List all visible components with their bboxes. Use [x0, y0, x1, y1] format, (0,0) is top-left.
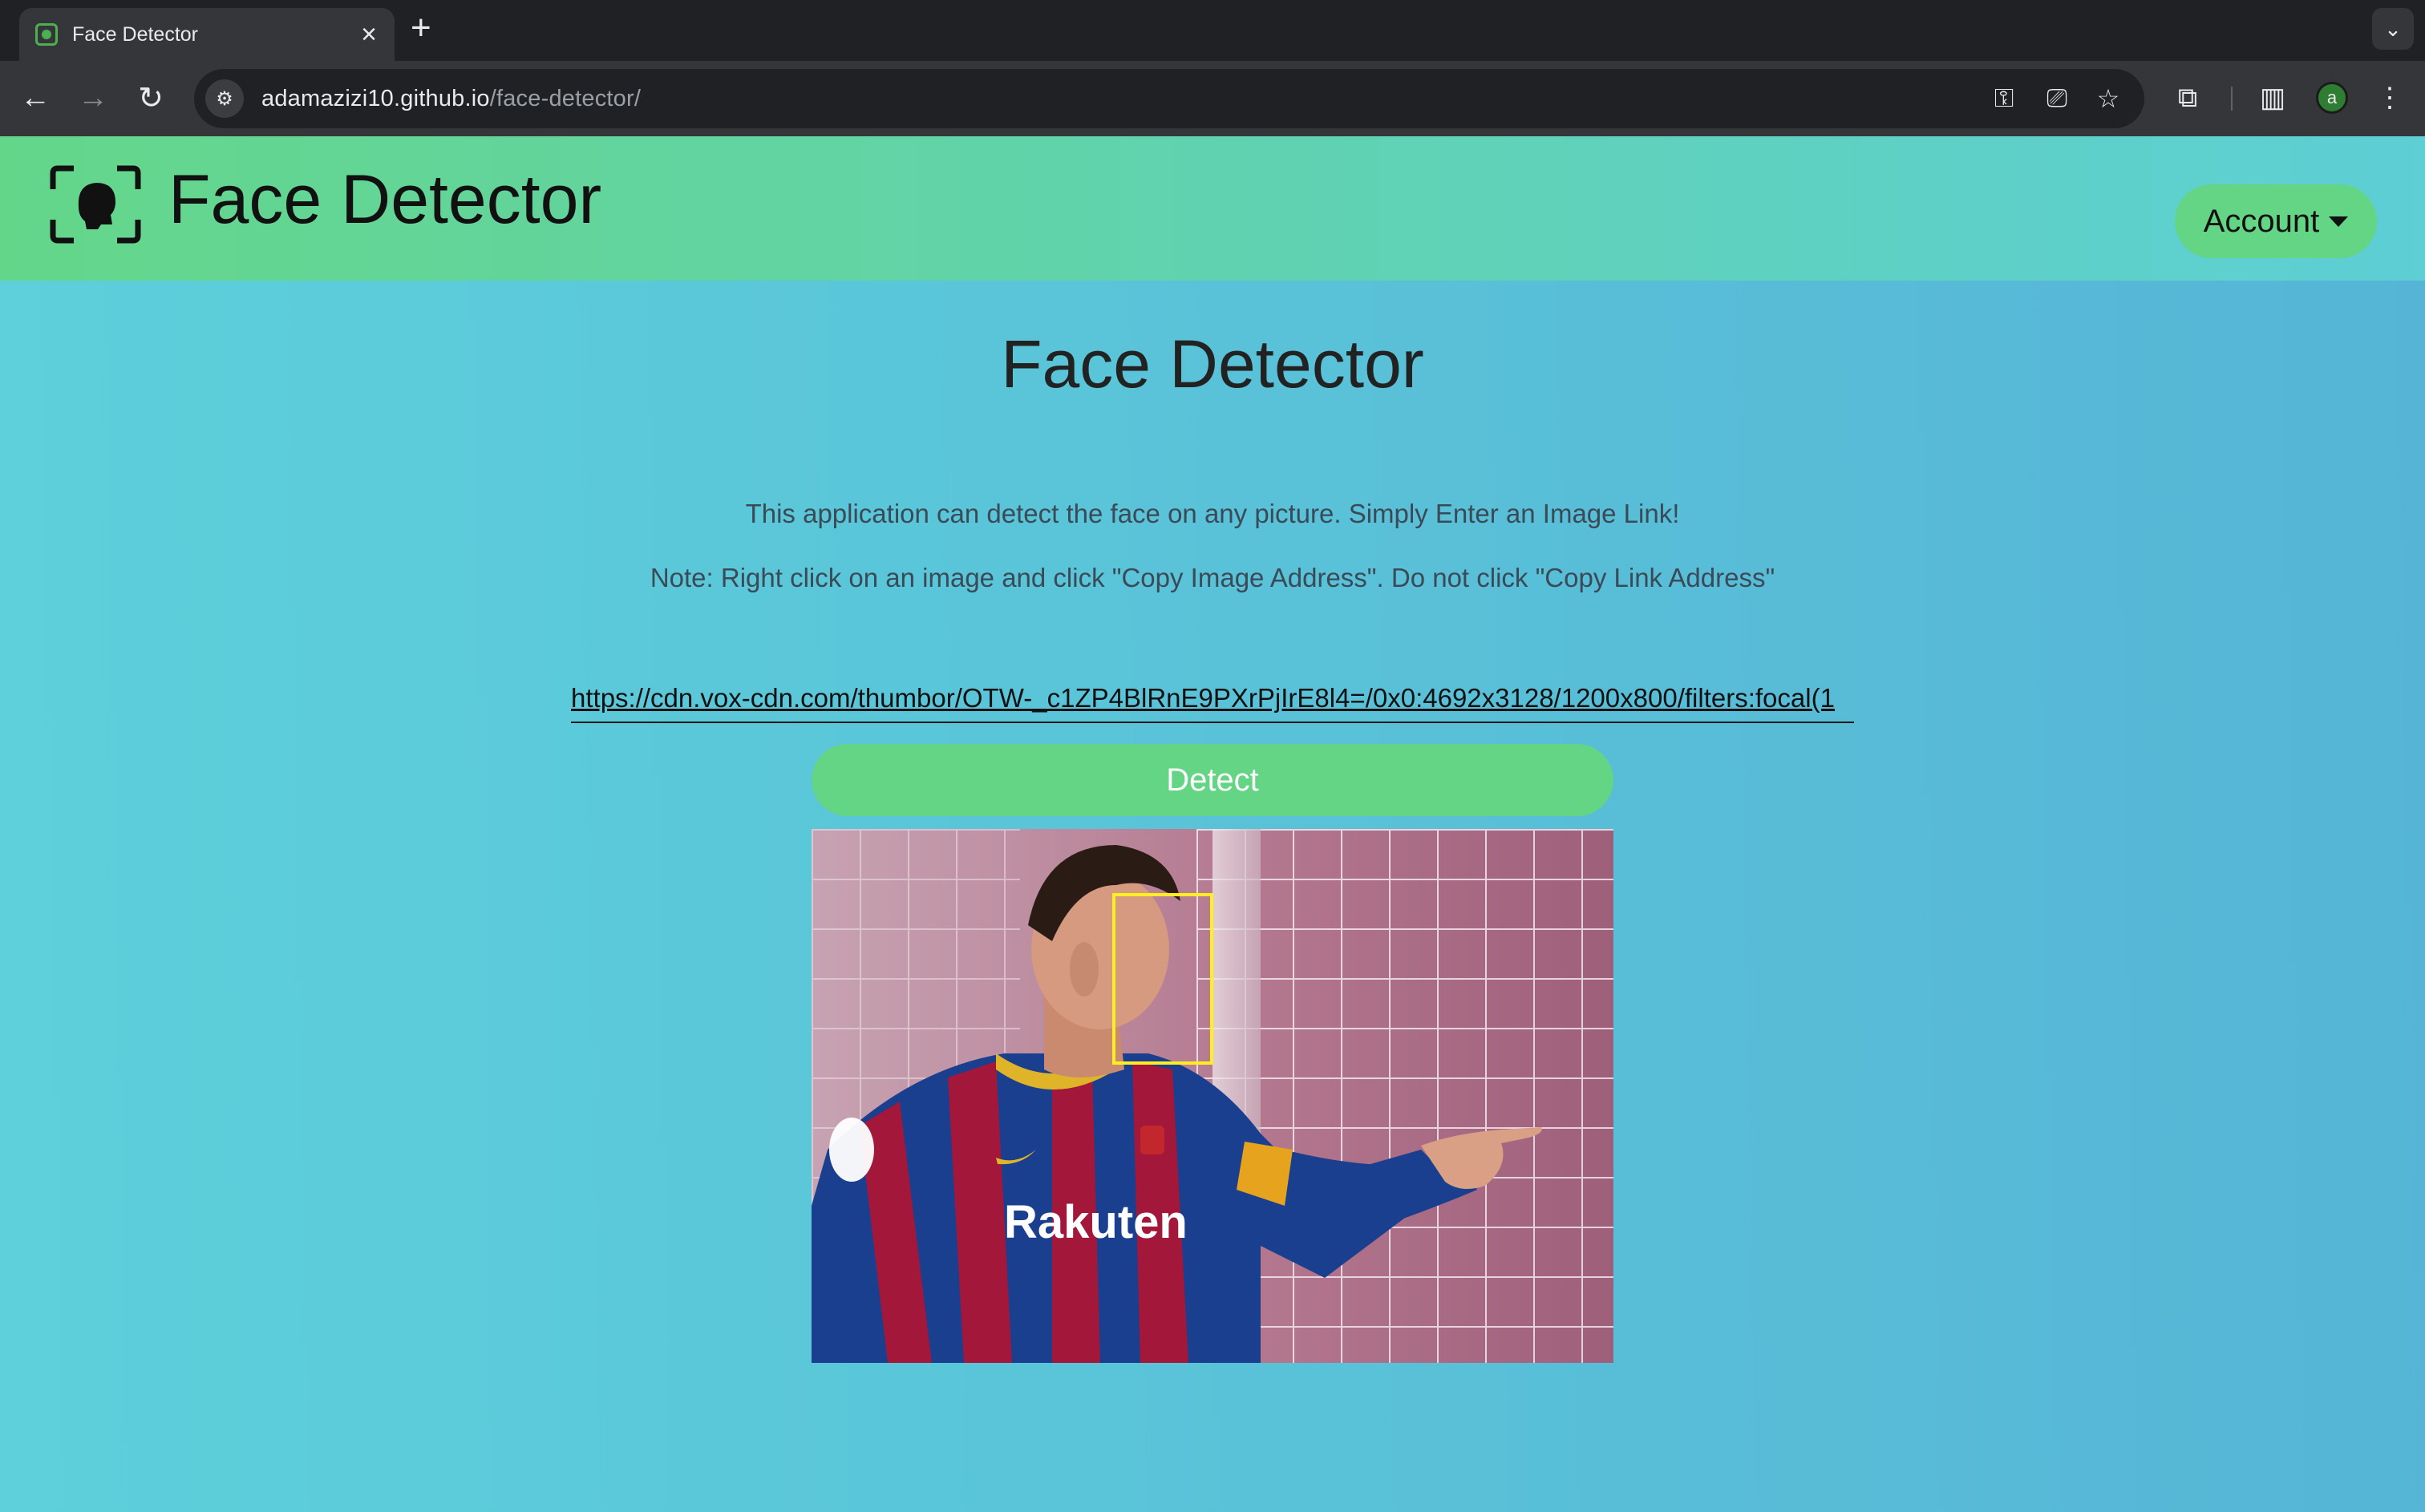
account-label: Account: [2203, 203, 2320, 239]
face-favicon-icon: [35, 23, 58, 46]
browser-tab-strip: Face Detector × + ⌄: [0, 0, 2425, 61]
face-bounding-box: [1112, 893, 1213, 1065]
detected-image: Rakuten: [812, 829, 1613, 1363]
face-scan-logo-icon: [50, 165, 141, 244]
url-text: adamazizi10.github.io/face-detector/: [261, 85, 642, 111]
plus-icon[interactable]: +: [411, 10, 431, 46]
browser-toolbar: ← → ↻ ⚙ adamazizi10.github.io/face-detec…: [0, 61, 2425, 136]
caret-down-icon: [2329, 216, 2349, 227]
address-bar[interactable]: ⚙ adamazizi10.github.io/face-detector/ ⚿…: [194, 69, 2144, 128]
tab-title: Face Detector: [72, 22, 199, 46]
extensions-icon[interactable]: ⧉: [2167, 77, 2208, 119]
kebab-menu-icon[interactable]: ⋮: [2369, 77, 2411, 119]
chevron-down-icon[interactable]: ⌄: [2372, 8, 2414, 50]
side-panel-icon[interactable]: ▥: [2252, 77, 2293, 119]
brand-name[interactable]: Face Detector: [168, 160, 601, 240]
site-settings-icon[interactable]: ⚙: [205, 79, 244, 118]
description-text: This application can detect the face on …: [745, 499, 1680, 528]
page-title: Face Detector: [1001, 326, 1424, 402]
browser-tab[interactable]: Face Detector ×: [19, 8, 395, 61]
account-dropdown-button[interactable]: Account: [2175, 184, 2377, 258]
jersey-sponsor-text: Rakuten: [1004, 1196, 1188, 1248]
forward-arrow-icon[interactable]: →: [72, 77, 114, 119]
toolbar-divider: [2231, 87, 2233, 111]
star-icon[interactable]: ☆: [2090, 80, 2127, 117]
avatar[interactable]: a: [2316, 82, 2348, 114]
back-arrow-icon[interactable]: ←: [14, 77, 56, 119]
note-text: Note: Right click on an image and click …: [650, 563, 1775, 592]
app-navbar: Face Detector Account: [0, 136, 2425, 281]
detect-button[interactable]: Detect: [812, 744, 1613, 816]
reload-icon[interactable]: ↻: [130, 77, 172, 119]
install-app-icon[interactable]: ⎚: [2038, 80, 2075, 117]
image-url-input[interactable]: [571, 675, 1854, 723]
page: Face Detector Account Face Detector This…: [0, 136, 2425, 1512]
close-icon[interactable]: ×: [361, 21, 377, 48]
key-icon[interactable]: ⚿: [1986, 80, 2022, 117]
